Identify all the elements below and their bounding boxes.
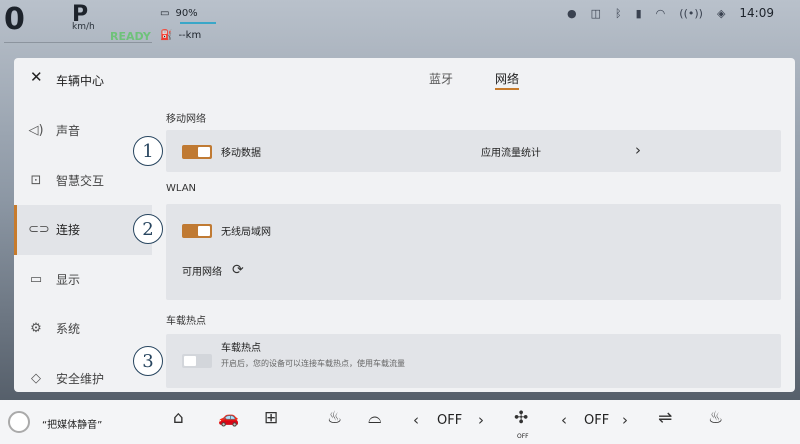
- fuel-icon: ⛽: [160, 30, 173, 41]
- vehicle-center-panel: ✕ 车辆中心 蓝牙 网络 ◁) 声音 ⊡ 智慧交互 ⊂⊃ 连接 ▭ 显示 ⚙ 系…: [14, 58, 795, 392]
- fan-status: OFF: [517, 433, 529, 440]
- left-temp-value: OFF: [437, 413, 463, 428]
- chevron-right-icon[interactable]: ›: [622, 411, 628, 429]
- voice-assistant-icon[interactable]: [8, 411, 30, 433]
- mobile-network-card: 移动数据 应用流量统计 ›: [166, 130, 781, 172]
- bottom-dock: “把媒体静音” ⌂ 🚗 ⊞ ♨ ⌓ ‹ OFF › ✣ OFF ‹ OFF › …: [0, 400, 800, 444]
- tab-network[interactable]: 网络: [495, 70, 519, 87]
- battery-status: ▭ 90%: [160, 8, 198, 19]
- panel-title: 车辆中心: [56, 74, 105, 88]
- hotspot-heading: 车载热点: [166, 316, 206, 327]
- bluetooth-icon: ᛒ: [615, 6, 622, 20]
- sidebar-item-security[interactable]: ◇ 安全维护: [14, 354, 152, 404]
- gear-icon: ⚙: [30, 321, 42, 337]
- sidebar-item-sound[interactable]: ◁) 声音: [14, 106, 152, 156]
- camera-icon: ◫: [590, 6, 601, 20]
- chevron-right-icon[interactable]: ›: [635, 141, 641, 159]
- sidebar-item-label: 系统: [56, 322, 81, 337]
- annotation-marker-1: 1: [133, 136, 163, 166]
- battery-icon: ▭: [160, 8, 170, 19]
- available-networks-row: 可用网络 ⟳: [166, 262, 781, 278]
- hotspot-icon: ((•)): [679, 6, 703, 20]
- sidebar-item-label: 连接: [56, 223, 81, 238]
- annotation-marker-3: 3: [133, 346, 163, 376]
- seat-heat-right-icon[interactable]: ♨: [708, 408, 723, 428]
- shield-icon: ◇: [31, 370, 41, 386]
- wlan-toggle[interactable]: [182, 223, 212, 238]
- mobile-data-label: 移动数据: [221, 148, 261, 159]
- battery-percent: 90%: [175, 8, 198, 19]
- interaction-icon: ⊡: [30, 172, 42, 188]
- sidebar-item-display[interactable]: ▭ 显示: [14, 255, 152, 305]
- wlan-row: 无线局域网: [166, 223, 781, 238]
- speaker-icon: ◁): [28, 123, 44, 139]
- refresh-icon[interactable]: ⟳: [232, 262, 244, 278]
- close-icon[interactable]: ✕: [30, 68, 43, 86]
- chevron-left-icon[interactable]: ‹: [561, 411, 567, 429]
- voice-hint: “把媒体静音”: [42, 420, 103, 431]
- sidebar-item-connection[interactable]: ⊂⊃ 连接: [14, 205, 152, 255]
- hotspot-row: 车载热点 开启后，您的设备可以连接车载热点，使用车载流量: [166, 343, 781, 369]
- sidebar-item-label: 安全维护: [56, 371, 105, 386]
- wlan-card: 无线局域网 可用网络 ⟳: [166, 204, 781, 300]
- hotspot-description: 开启后，您的设备可以连接车载热点，使用车载流量: [221, 359, 405, 368]
- home-icon[interactable]: ⌂: [173, 408, 184, 428]
- sidebar-item-interaction[interactable]: ⊡ 智慧交互: [14, 156, 152, 206]
- car-icon[interactable]: 🚗: [218, 408, 239, 428]
- hotspot-card: 车载热点 开启后，您的设备可以连接车载热点，使用车载流量: [166, 334, 781, 388]
- hotspot-text: 车载热点 开启后，您的设备可以连接车载热点，使用车载流量: [221, 343, 405, 369]
- mobile-data-row: 移动数据 应用流量统计 ›: [166, 141, 781, 159]
- apps-grid-icon[interactable]: ⊞: [264, 408, 278, 428]
- air-circulation-icon[interactable]: ⇌: [658, 408, 672, 428]
- display-icon: ▭: [29, 271, 43, 287]
- status-divider: [4, 42, 152, 43]
- shield-icon: ◈: [716, 6, 726, 20]
- mobile-network-heading: 移动网络: [166, 114, 206, 125]
- mobile-data-toggle[interactable]: [182, 144, 212, 159]
- available-networks-label: 可用网络: [182, 266, 222, 278]
- link-icon: ⊂⊃: [28, 222, 50, 238]
- sidebar-item-system[interactable]: ⚙ 系统: [14, 304, 152, 354]
- clock: 14:09: [739, 6, 774, 20]
- hotspot-toggle[interactable]: [182, 354, 212, 368]
- fan-icon[interactable]: ✣: [514, 408, 528, 428]
- sidebar-item-label: 显示: [56, 272, 81, 287]
- status-icons: ● ◫ ᛒ ▮ ◠ ((•)) ◈ 14:09: [567, 6, 774, 20]
- range-status: ⛽ --km: [160, 30, 201, 41]
- signal-icon: ▮: [635, 6, 642, 20]
- wifi-icon: ◠: [655, 6, 666, 20]
- annotation-marker-2: 2: [133, 214, 163, 244]
- range-value: --km: [178, 30, 202, 41]
- panel-header: ✕ 车辆中心 蓝牙 网络: [14, 58, 795, 100]
- status-bar: 0 P km/h READY ▭ 90% ⛽ --km ● ◫ ᛒ ▮ ◠ ((…: [0, 0, 800, 58]
- right-temp-value: OFF: [584, 413, 610, 428]
- wlan-heading: WLAN: [166, 183, 197, 194]
- speed-unit: km/h: [72, 22, 95, 32]
- chevron-left-icon[interactable]: ‹: [413, 411, 419, 429]
- sidebar-item-label: 声音: [56, 124, 81, 139]
- sidebar: ◁) 声音 ⊡ 智慧交互 ⊂⊃ 连接 ▭ 显示 ⚙ 系统 ◇ 安全维护: [14, 106, 152, 403]
- active-tab-indicator: [495, 88, 519, 90]
- tab-bluetooth[interactable]: 蓝牙: [429, 70, 453, 87]
- wlan-label: 无线局域网: [221, 227, 271, 238]
- battery-bar: [180, 22, 216, 24]
- chevron-right-icon[interactable]: ›: [478, 411, 484, 429]
- speed-value: 0: [4, 2, 25, 37]
- avatar-icon[interactable]: ●: [567, 7, 577, 20]
- app-traffic-stats-link[interactable]: 应用流量统计: [481, 144, 541, 159]
- hotspot-label: 车载热点: [221, 343, 261, 354]
- defrost-icon[interactable]: ⌓: [368, 408, 381, 428]
- sidebar-item-label: 智慧交互: [56, 173, 105, 188]
- seat-heat-left-icon[interactable]: ♨: [327, 408, 342, 428]
